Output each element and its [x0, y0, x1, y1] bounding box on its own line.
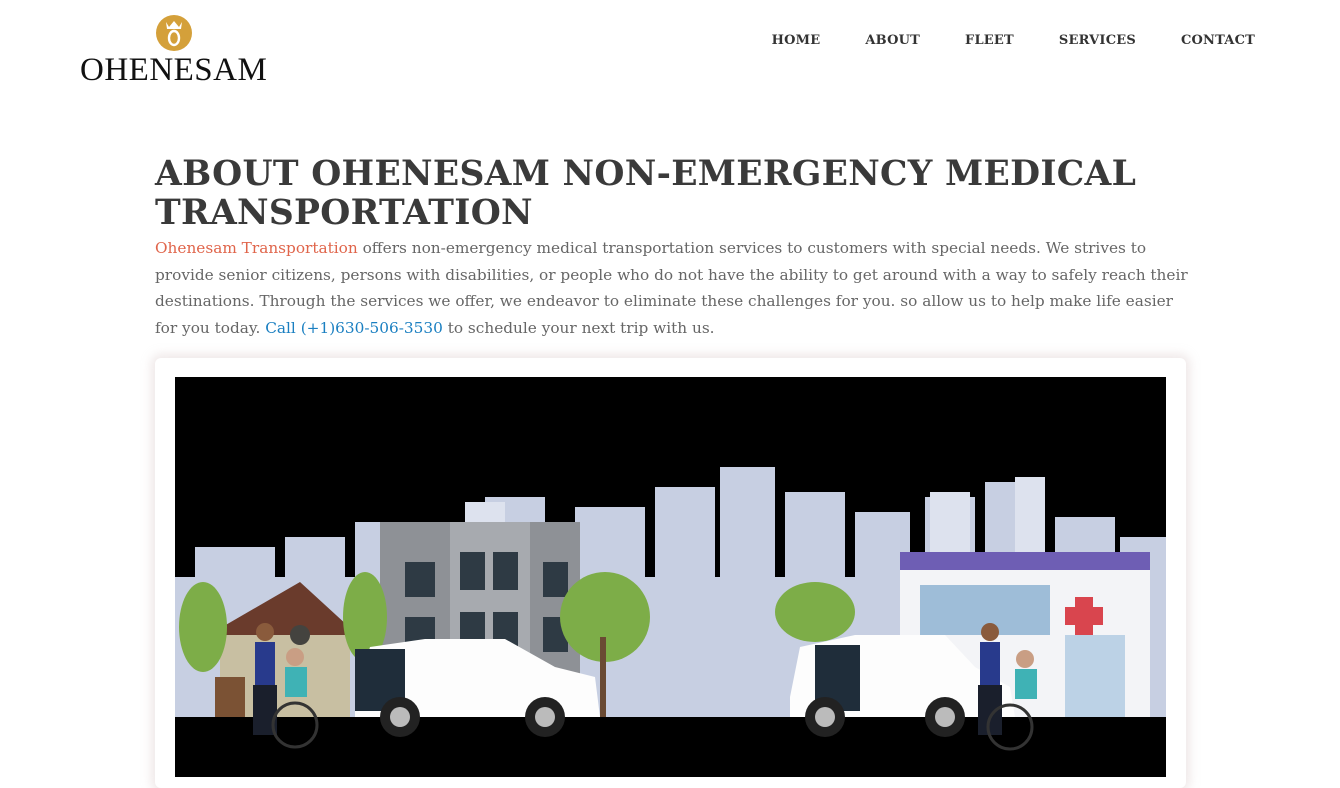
intro-text-end: to schedule your next trip with us. [442, 318, 715, 337]
city-transport-illustration [175, 467, 1166, 777]
logo-wordmark: OHENESAM [80, 52, 268, 88]
crown-emblem-icon [156, 15, 192, 51]
site-header: OHENESAM HOME ABOUT FLEET SERVICES CONTA… [0, 0, 1340, 110]
nav-home[interactable]: HOME [772, 33, 821, 48]
site-logo[interactable]: OHENESAM [80, 12, 280, 92]
nav-fleet[interactable]: FLEET [965, 33, 1014, 48]
nav-services[interactable]: SERVICES [1059, 33, 1136, 48]
nav-contact[interactable]: CONTACT [1181, 33, 1255, 48]
page-title: ABOUT OHENESAM NON-EMERGENCY MEDICAL TRA… [155, 154, 1137, 233]
illustration-card [155, 358, 1186, 788]
transport-illustration [175, 377, 1166, 777]
nav-about[interactable]: ABOUT [865, 33, 920, 48]
brand-link[interactable]: Ohenesam Transportation [155, 239, 358, 257]
main-nav: HOME ABOUT FLEET SERVICES CONTACT [727, 33, 1255, 48]
intro-paragraph: Ohenesam Transportation offers non-emerg… [155, 235, 1190, 341]
phone-link[interactable]: Call (+1)630-506-3530 [265, 319, 443, 337]
about-section: ABOUT OHENESAM NON-EMERGENCY MEDICAL TRA… [155, 155, 1190, 341]
